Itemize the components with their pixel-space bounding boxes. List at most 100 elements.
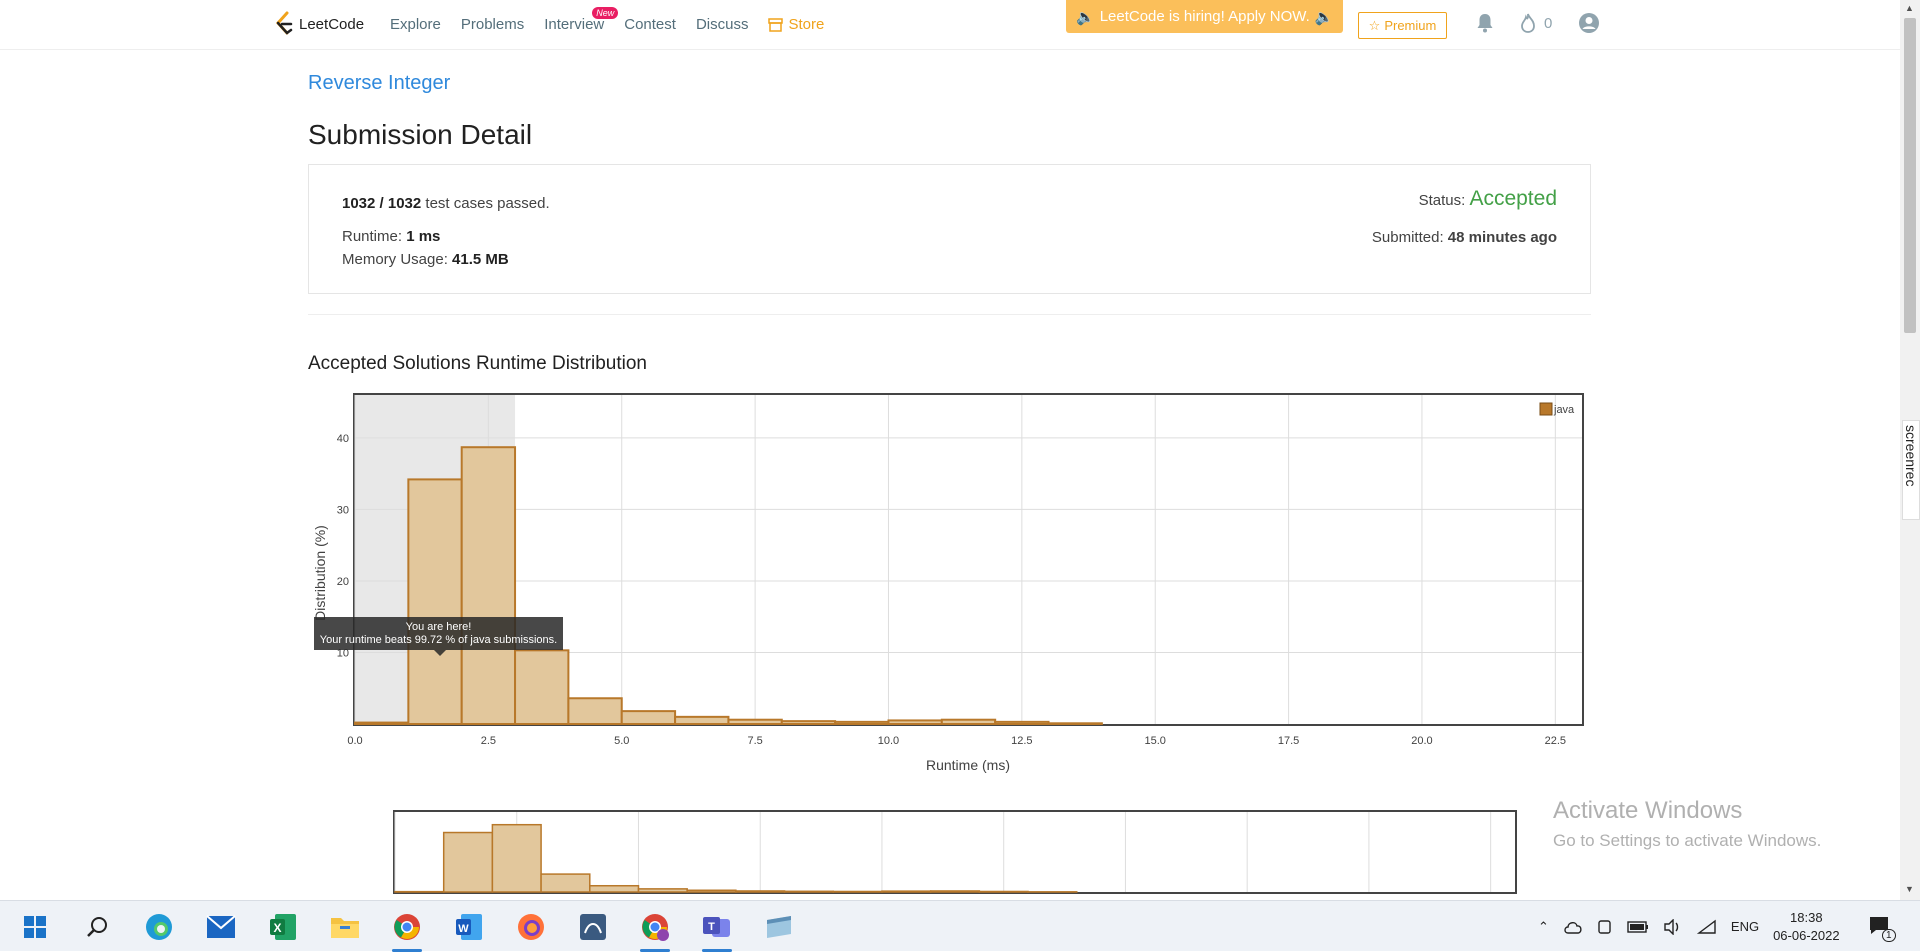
legend-swatch-java	[1540, 403, 1552, 415]
windows-logo-icon	[24, 916, 46, 938]
notes-icon	[764, 914, 794, 940]
status-label: Status:	[1419, 192, 1466, 209]
excel-icon: X	[269, 913, 297, 941]
scroll-up-arrow-icon[interactable]: ▲	[1905, 3, 1914, 13]
x-tick-label: 20.0	[1411, 735, 1432, 747]
y-axis-title: Distribution (%)	[312, 525, 328, 621]
search-button[interactable]	[74, 910, 120, 944]
mail-app[interactable]	[198, 910, 244, 944]
notes-app[interactable]	[756, 910, 802, 944]
megaphone-icon: 🔈	[1076, 8, 1095, 26]
battery-icon[interactable]	[1627, 920, 1649, 934]
histogram-bar	[995, 722, 1048, 724]
nav-interview[interactable]: Interview New	[544, 16, 604, 33]
teams-icon: T	[702, 913, 732, 941]
watermark-line-2: Go to Settings to activate Windows.	[1553, 831, 1821, 851]
folder-icon	[330, 914, 360, 940]
edge-app[interactable]	[136, 910, 182, 944]
navigator-bar	[979, 891, 1028, 892]
submission-status: Status: Accepted Submitted: 48 minutes a…	[1372, 187, 1557, 246]
chrome-profile-icon	[640, 912, 670, 942]
meet-now-icon[interactable]	[1597, 919, 1613, 935]
clock[interactable]: 18:38 06-06-2022	[1773, 909, 1840, 945]
histogram-bar	[675, 717, 728, 724]
status-accepted[interactable]: Accepted	[1469, 187, 1557, 210]
mysql-workbench-app[interactable]	[570, 910, 616, 944]
start-button[interactable]	[12, 910, 58, 944]
histogram-bar	[888, 720, 941, 724]
runtime-distribution-chart[interactable]: 0.02.55.07.510.012.515.017.520.022.5 102…	[308, 390, 1588, 780]
premium-button[interactable]: ☆ Premium	[1358, 12, 1447, 39]
status-line: Status: Accepted	[1372, 187, 1557, 211]
chart-legend[interactable]: java	[1540, 403, 1575, 416]
nav-discuss[interactable]: Discuss	[696, 16, 749, 33]
histogram-bar	[782, 721, 835, 724]
histogram-bar	[1049, 723, 1102, 724]
windows-taskbar: X W T ⌃ ENG	[0, 900, 1920, 951]
screenrec-tab[interactable]: screenrec	[1902, 420, 1920, 520]
cases-passed-suffix: test cases passed.	[425, 195, 549, 212]
memory-value: 41.5 MB	[452, 251, 509, 268]
word-app[interactable]: W	[446, 910, 492, 944]
chrome-app[interactable]	[384, 910, 430, 944]
x-tick-label: 17.5	[1278, 735, 1299, 747]
histogram-bar	[622, 711, 675, 724]
clock-date: 06-06-2022	[1773, 927, 1840, 945]
teams-app[interactable]: T	[694, 910, 740, 944]
svg-text:W: W	[458, 923, 469, 935]
firefox-app[interactable]	[508, 910, 554, 944]
language-indicator[interactable]: ENG	[1731, 919, 1759, 934]
submitted-label: Submitted:	[1372, 229, 1444, 246]
bell-icon[interactable]	[1476, 13, 1494, 33]
memory-label: Memory Usage:	[342, 251, 448, 268]
navigator-bar	[687, 890, 736, 892]
nav-icons: 0	[1476, 12, 1600, 34]
notification-count: 1	[1882, 929, 1896, 942]
x-tick-label: 5.0	[614, 735, 629, 747]
wifi-icon[interactable]	[1697, 919, 1717, 935]
x-tick-label: 12.5	[1011, 735, 1032, 747]
navigator-bar	[931, 891, 980, 892]
nav-links: Explore Problems Interview New Contest D…	[390, 16, 824, 33]
top-navbar: LeetCode Explore Problems Interview New …	[0, 0, 1900, 50]
chart-navigator[interactable]: 2040	[390, 805, 1520, 900]
x-tick-label: 0.0	[347, 735, 362, 747]
new-badge: New	[592, 7, 618, 19]
excel-app[interactable]: X	[260, 910, 306, 944]
chevron-up-icon[interactable]: ⌃	[1538, 919, 1549, 935]
watermark-line-1: Activate Windows	[1553, 797, 1821, 825]
mail-icon	[206, 915, 236, 939]
legend-label-java: java	[1553, 404, 1575, 416]
user-avatar-icon[interactable]	[1578, 12, 1600, 34]
notifications-button[interactable]: 1	[1868, 915, 1890, 938]
x-tick-label: 22.5	[1545, 735, 1566, 747]
leetcode-logo[interactable]: LeetCode	[273, 11, 364, 37]
x-tick-label: 15.0	[1145, 735, 1166, 747]
nav-explore[interactable]: Explore	[390, 16, 441, 33]
scroll-down-arrow-icon[interactable]: ▼	[1905, 884, 1914, 894]
volume-icon[interactable]	[1663, 919, 1683, 935]
chrome-profile-app[interactable]	[632, 910, 678, 944]
histogram-bar	[408, 479, 461, 724]
cloud-icon[interactable]	[1563, 920, 1583, 934]
mysql-icon	[579, 913, 607, 941]
streak-counter[interactable]: 0	[1520, 13, 1552, 33]
hiring-banner[interactable]: 🔈 LeetCode is hiring! Apply NOW. 🔈 ✕	[1066, 0, 1343, 33]
premium-label: Premium	[1384, 18, 1436, 33]
navigator-bar	[541, 874, 590, 892]
edge-icon	[144, 912, 174, 942]
y-tick-label: 30	[337, 504, 349, 516]
histogram-bar	[515, 650, 568, 724]
histogram-bar	[942, 720, 995, 724]
file-explorer-app[interactable]	[322, 910, 368, 944]
x-axis-title: Runtime (ms)	[926, 757, 1010, 773]
nav-store[interactable]: Store	[768, 16, 824, 33]
nav-problems[interactable]: Problems	[461, 16, 524, 33]
problem-title-link[interactable]: Reverse Integer	[308, 72, 450, 95]
scroll-thumb[interactable]	[1904, 18, 1916, 333]
navigator-bar	[492, 825, 541, 892]
taskbar-apps: X W T	[12, 910, 802, 944]
navigator-bar	[590, 886, 639, 892]
nav-contest[interactable]: Contest	[624, 16, 676, 33]
close-icon[interactable]: ✕	[1344, 8, 1356, 25]
